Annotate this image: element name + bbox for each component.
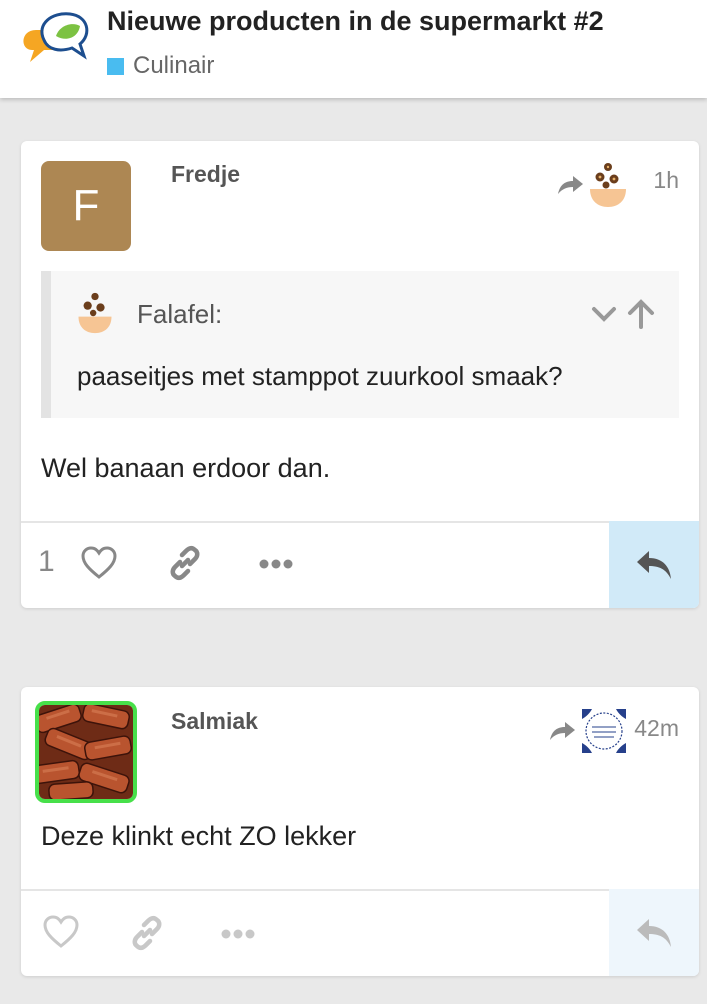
reply-arrow-icon <box>558 176 583 194</box>
post-card: Salmiak 42m Deze klinkt echt ZO lekker <box>21 687 699 976</box>
category-color-swatch <box>107 57 124 75</box>
falafel-bowl-avatar-icon <box>590 163 626 207</box>
post-body: Deze klinkt echt ZO lekker <box>41 821 357 851</box>
link-icon[interactable] <box>129 915 165 951</box>
category-name: Culinair <box>133 52 215 79</box>
avatar[interactable] <box>35 701 137 803</box>
category-badge[interactable]: Culinair <box>107 52 214 80</box>
more-icon[interactable] <box>259 557 293 571</box>
delft-tile-avatar-icon <box>582 709 626 753</box>
username[interactable]: Fredje <box>171 161 240 188</box>
topic-title[interactable]: Nieuwe producten in de supermarkt #2 <box>107 6 604 37</box>
quote-block: Falafel: paaseitjes met stamppot zuurkoo… <box>41 271 679 418</box>
reply-arrow-icon <box>550 722 575 740</box>
quote-text: paaseitjes met stamppot zuurkool smaak? <box>77 361 563 391</box>
post-actions: 1 <box>21 521 699 608</box>
avatar-letter: F <box>72 181 100 230</box>
quote-author: Falafel: <box>137 299 223 329</box>
reply-to-indicator[interactable] <box>548 707 628 755</box>
link-icon[interactable] <box>167 545 203 581</box>
post-card: F Fredje 1h Falafel: paaseitjes met stam… <box>21 141 699 608</box>
like-count[interactable]: 1 <box>38 545 55 579</box>
reply-icon <box>637 551 671 579</box>
username[interactable]: Salmiak <box>171 708 258 735</box>
reply-button[interactable] <box>609 521 699 608</box>
avatar[interactable]: F <box>41 161 131 251</box>
heart-icon[interactable] <box>81 546 117 580</box>
post-time[interactable]: 42m <box>634 715 679 742</box>
post-body: Wel banaan erdoor dan. <box>41 453 331 483</box>
post-actions <box>21 889 699 976</box>
chevron-down-icon[interactable] <box>591 305 617 325</box>
arrow-up-icon[interactable] <box>627 299 655 329</box>
more-icon[interactable] <box>221 927 255 941</box>
reply-button[interactable] <box>609 889 699 976</box>
topic-header: Nieuwe producten in de supermarkt #2 Cul… <box>0 0 707 98</box>
salmiak-candy-icon <box>39 705 133 799</box>
reply-to-indicator[interactable] <box>556 161 628 209</box>
site-logo-icon[interactable] <box>18 10 94 74</box>
heart-icon[interactable] <box>43 915 79 949</box>
post-time[interactable]: 1h <box>653 167 679 194</box>
falafel-bowl-avatar-icon <box>78 292 112 334</box>
reply-icon <box>637 919 671 947</box>
